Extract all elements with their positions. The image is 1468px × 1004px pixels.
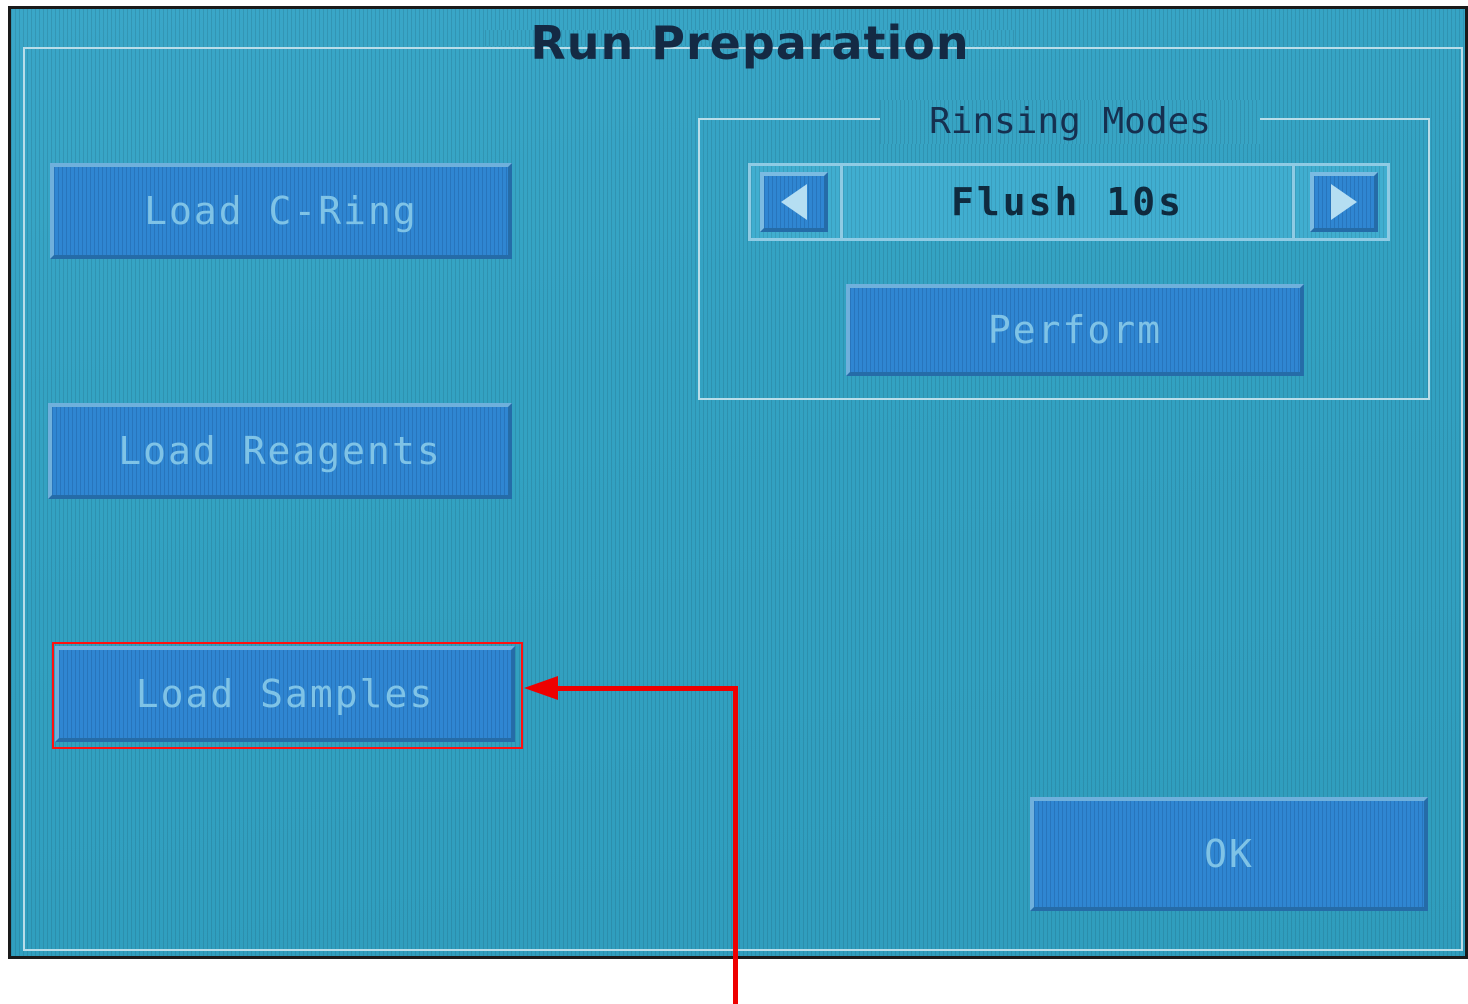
triangle-right-icon xyxy=(1331,184,1357,220)
previous-mode-button[interactable] xyxy=(760,172,828,232)
next-mode-button[interactable] xyxy=(1310,172,1378,232)
callout-line-horizontal xyxy=(555,686,738,691)
rinsing-modes-label: Rinsing Modes xyxy=(880,100,1260,144)
load-reagents-button[interactable]: Load Reagents xyxy=(48,403,512,499)
callout-line-vertical xyxy=(733,686,738,1004)
load-c-ring-button[interactable]: Load C-Ring xyxy=(50,163,512,259)
perform-button[interactable]: Perform xyxy=(846,284,1304,376)
page-title: Run Preparation xyxy=(530,16,970,70)
callout-arrowhead xyxy=(524,676,558,700)
rinsing-mode-value: Flush 10s xyxy=(840,166,1295,238)
triangle-left-icon xyxy=(781,184,807,220)
highlight-box xyxy=(52,642,523,749)
ok-button[interactable]: OK xyxy=(1030,797,1428,911)
